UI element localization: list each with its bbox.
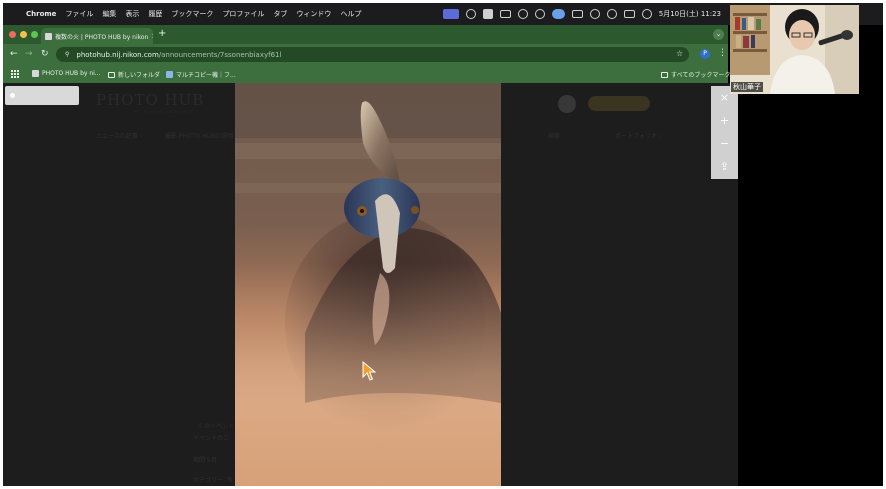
menu-window[interactable]: ウィンドウ xyxy=(296,9,331,19)
menu-edit[interactable]: 編集 xyxy=(102,9,116,19)
bookmark-folder[interactable]: 新しいフォルダ xyxy=(108,70,160,79)
search-icon[interactable] xyxy=(589,9,600,19)
tab-search-chevron-icon[interactable]: ⌄ xyxy=(713,29,724,40)
cassowary-photo xyxy=(235,83,501,486)
menu-app-name[interactable]: Chrome xyxy=(26,10,56,18)
bg-avatar xyxy=(558,95,576,113)
menu-history[interactable]: 履歴 xyxy=(148,9,162,19)
drive-icon[interactable] xyxy=(482,9,493,19)
cloud-icon[interactable] xyxy=(465,9,476,19)
reload-icon[interactable]: ↻ xyxy=(41,49,49,59)
menu-help[interactable]: ヘルプ xyxy=(340,9,361,19)
browser-chrome: 複数の火 | PHOTO HUB by nikon × + ⌄ ← → ↻ ⚲ … xyxy=(3,25,730,83)
bookmark-photohub[interactable]: PHOTO HUB by ni... xyxy=(32,70,101,77)
address-bar[interactable]: ⚲ photohub.nij.nikon.com /announcements/… xyxy=(56,47,689,62)
apps-grid-icon[interactable] xyxy=(11,70,19,78)
photohub-favicon-icon xyxy=(32,70,39,77)
lightbox-toolbar: × + − ⇪ xyxy=(711,86,738,179)
bg-nav-item: ニュースの記事 › xyxy=(96,133,143,140)
presenter-video xyxy=(730,5,859,94)
lightbox-photo[interactable] xyxy=(235,83,501,486)
display-icon[interactable] xyxy=(551,9,565,19)
screen-mirror-icon[interactable] xyxy=(442,9,459,19)
bookmark-multicopy[interactable]: マルチコピー機｜フ... xyxy=(166,70,236,79)
site-logo[interactable]: PHOTO HUB BY NIKON IMAGING xyxy=(96,91,204,114)
minimize-window-button[interactable] xyxy=(20,31,27,38)
bg-text-line: 期間 5月 xyxy=(193,457,217,464)
tab-strip: 複数の火 | PHOTO HUB by nikon × + ⌄ xyxy=(3,25,728,44)
profile-avatar[interactable]: P xyxy=(700,49,710,59)
mixer-icon[interactable] xyxy=(517,9,528,19)
bg-nav-item: ポートフォリオ › xyxy=(615,133,662,140)
bookmark-label: 新しいフォルダ xyxy=(118,72,161,79)
notification-toast[interactable] xyxy=(5,86,79,105)
chrome-menu-icon[interactable]: ⋮ xyxy=(718,48,727,58)
bg-nav-item: 検索 xyxy=(548,133,561,140)
app-icon[interactable] xyxy=(534,9,545,19)
menu-view[interactable]: 表示 xyxy=(125,9,139,19)
siri-icon[interactable] xyxy=(641,9,652,19)
toolbar: ← → ↻ ⚲ photohub.nij.nikon.com /announce… xyxy=(3,44,728,65)
bg-text-line: くのイベント xyxy=(198,423,235,430)
tab-close-icon[interactable]: × xyxy=(151,32,153,40)
bg-nav-item: 撮影 PHOTO HUBの説明 › xyxy=(165,133,238,140)
folder-icon xyxy=(661,71,668,78)
site-info-icon[interactable]: ⚲ xyxy=(65,51,69,58)
all-bookmarks[interactable]: すべてのブックマーク xyxy=(661,70,730,79)
menu-profiles[interactable]: プロファイル xyxy=(222,9,264,19)
bookmark-label: マルチコピー機｜フ... xyxy=(176,72,236,79)
page-viewport: PHOTO HUB BY NIKON IMAGING ニュースの記事 › 撮影 … xyxy=(3,83,738,486)
window-controls xyxy=(9,31,38,38)
folder-icon xyxy=(108,71,115,78)
bookmark-star-icon[interactable]: ☆ xyxy=(676,49,683,58)
tab-favicon-icon xyxy=(45,32,52,40)
bg-text-line: カテゴリー: 写 xyxy=(193,477,233,484)
screen-frame: Chrome ファイル 編集 表示 履歴 ブックマーク プロファイル タブ ウィ… xyxy=(3,3,883,486)
zoom-window-button[interactable] xyxy=(31,31,38,38)
menubar-clock[interactable]: 5月10日(土) 11:23 xyxy=(659,9,721,19)
multicopy-favicon-icon xyxy=(166,71,173,78)
tab-title: 複数の火 | PHOTO HUB by nikon xyxy=(55,33,149,41)
bookmark-label: PHOTO HUB by ni... xyxy=(42,70,101,77)
forward-arrow-icon[interactable]: → xyxy=(25,49,33,59)
mouse-cursor-icon xyxy=(362,361,376,381)
bookmark-label: すべてのブックマーク xyxy=(671,72,731,79)
active-tab[interactable]: 複数の火 | PHOTO HUB by nikon × xyxy=(41,28,153,44)
url-path: /announcements/7ssonenbiaxyf61l xyxy=(158,50,282,59)
battery-icon[interactable] xyxy=(571,10,583,18)
share-button[interactable]: ⇪ xyxy=(711,155,738,178)
close-window-button[interactable] xyxy=(9,31,16,38)
menu-file[interactable]: ファイル xyxy=(65,9,93,19)
menu-bookmarks[interactable]: ブックマーク xyxy=(171,9,213,19)
webcam-overlay: 秋山華子 xyxy=(730,5,859,94)
bg-text-line: イベントのご xyxy=(193,435,230,442)
window-icon[interactable] xyxy=(499,10,511,18)
back-arrow-icon[interactable]: ← xyxy=(10,49,18,59)
bg-login-button xyxy=(588,96,650,111)
status-area: 5月10日(土) 11:23 xyxy=(442,3,721,25)
zoom-in-button[interactable]: + xyxy=(711,109,738,132)
bookmarks-bar: PHOTO HUB by ni... 新しいフォルダ マルチコピー機｜フ... … xyxy=(3,65,730,83)
wifi-icon[interactable] xyxy=(606,9,617,19)
site-logo-sub: BY NIKON IMAGING xyxy=(134,109,193,114)
presenter-name: 秋山華子 xyxy=(731,82,763,92)
zoom-out-button[interactable]: − xyxy=(711,132,738,155)
menu-tab[interactable]: タブ xyxy=(273,9,287,19)
toast-dot-icon xyxy=(10,93,15,98)
new-tab-button[interactable]: + xyxy=(158,28,166,39)
url-host: photohub.nij.nikon.com xyxy=(76,50,159,59)
control-center-icon[interactable] xyxy=(623,10,635,18)
